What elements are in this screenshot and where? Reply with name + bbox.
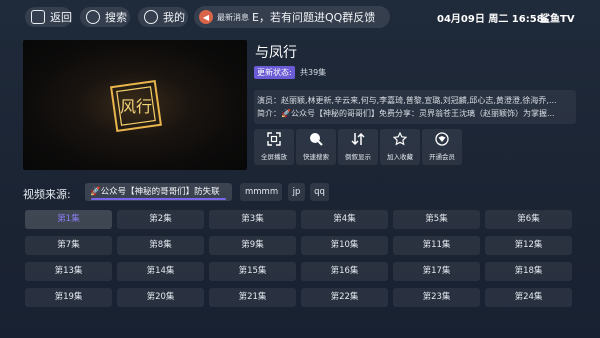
action-label: 快速搜索 <box>303 153 329 161</box>
search-icon <box>310 133 323 146</box>
search-icon <box>86 10 100 24</box>
source-tab-label: mmmm <box>245 187 279 197</box>
episode-button[interactable]: 第22集 <box>301 288 388 307</box>
clock: 04月09日 周二 16:58 <box>437 14 544 25</box>
info-box[interactable]: 演员：赵丽颖,林更新,辛云来,何与,李嘉琦,普黎,宣璐,刘冠麟,邱心志,黄澄澄,… <box>254 90 576 124</box>
source-tab[interactable]: jp <box>288 183 305 201</box>
search-button[interactable]: 搜索 <box>80 7 130 27</box>
vip-icon <box>435 132 449 146</box>
episode-button[interactable]: 第24集 <box>485 288 572 307</box>
back-button[interactable]: 返回 <box>25 7 72 27</box>
poster-logo-text: 风行 <box>120 97 152 116</box>
reverse-order-button[interactable]: 倒叙显示 <box>338 129 378 165</box>
episode-button[interactable]: 第14集 <box>117 262 204 281</box>
episode-button[interactable]: 第11集 <box>393 236 480 255</box>
show-title: 与凤行 <box>255 45 297 61</box>
episode-button[interactable]: 第16集 <box>301 262 388 281</box>
quick-search-button[interactable]: 快速搜索 <box>296 129 336 165</box>
episode-button[interactable]: 第5集 <box>393 210 480 229</box>
source-tab-active[interactable]: 🚀公众号【神秘的哥哥们】防失联 <box>85 183 232 201</box>
source-tab[interactable]: qq <box>310 183 329 201</box>
open-vip-button[interactable]: 开通会员 <box>422 129 462 165</box>
action-label: 全屏播放 <box>261 153 287 161</box>
source-tab-label: 🚀公众号【神秘的哥哥们】防失联 <box>90 187 220 197</box>
action-label: 开通会员 <box>429 153 455 161</box>
intro-line: 简介：🚀公众号【神秘的哥哥们】免费分享：灵界翁苍王沈璃（赵丽颖饰）为掌握... <box>257 109 555 118</box>
back-label: 返回 <box>50 11 72 24</box>
episode-button[interactable]: 第8集 <box>117 236 204 255</box>
show-logo-icon: 风行 <box>110 80 162 132</box>
notice-tag: 最新消息 <box>217 12 249 22</box>
episode-button[interactable]: 第17集 <box>393 262 480 281</box>
mine-label: 我的 <box>163 11 185 24</box>
poster-image: 风行 <box>23 40 247 170</box>
action-label: 倒叙显示 <box>345 153 371 161</box>
search-label: 搜索 <box>105 11 127 24</box>
episode-button[interactable]: 第2集 <box>117 210 204 229</box>
megaphone-icon: ◀ <box>199 10 213 24</box>
episode-button-active[interactable]: 第1集 <box>25 210 112 229</box>
episode-button[interactable]: 第6集 <box>485 210 572 229</box>
source-tab-label: jp <box>292 187 301 197</box>
fullscreen-icon <box>267 132 281 146</box>
brand-name: 鲨鱼TV <box>540 14 575 25</box>
user-icon <box>144 10 158 24</box>
source-tab-label: qq <box>314 187 325 197</box>
add-favorite-button[interactable]: 加入收藏 <box>380 129 420 165</box>
action-label: 加入收藏 <box>387 153 413 161</box>
episode-button[interactable]: 第18集 <box>485 262 572 281</box>
source-label: 视频来源: <box>23 188 71 201</box>
episode-button[interactable]: 第15集 <box>209 262 296 281</box>
source-tab[interactable]: mmmm <box>240 183 282 201</box>
episode-button[interactable]: 第3集 <box>209 210 296 229</box>
episode-button[interactable]: 第13集 <box>25 262 112 281</box>
episode-button[interactable]: 第10集 <box>301 236 388 255</box>
episode-button[interactable]: 第20集 <box>117 288 204 307</box>
episode-button[interactable]: 第21集 <box>209 288 296 307</box>
episode-button[interactable]: 第7集 <box>25 236 112 255</box>
sort-icon <box>351 132 365 146</box>
top-bar: 返回 搜索 我的 ◀ 最新消息 E，若有问题进QQ群反馈 04月09日 周二 1… <box>0 0 600 34</box>
episode-button[interactable]: 第19集 <box>25 288 112 307</box>
active-source-indicator <box>91 198 226 200</box>
episode-button[interactable]: 第23集 <box>393 288 480 307</box>
home-icon <box>31 10 45 24</box>
status-value: 共39集 <box>300 68 327 77</box>
episode-button[interactable]: 第9集 <box>209 236 296 255</box>
cast-line: 演员：赵丽颖,林更新,辛云来,何与,李嘉琦,普黎,宣璐,刘冠麟,邱心志,黄澄澄,… <box>257 96 557 105</box>
star-icon <box>393 132 407 146</box>
fullscreen-play-button[interactable]: 全屏播放 <box>254 129 294 165</box>
episode-button[interactable]: 第4集 <box>301 210 388 229</box>
notice-text: E，若有问题进QQ群反馈 <box>252 11 376 24</box>
notice-bar[interactable]: ◀ 最新消息 E，若有问题进QQ群反馈 <box>194 6 390 28</box>
status-tag: 更新状态: <box>254 66 295 79</box>
episode-button[interactable]: 第12集 <box>485 236 572 255</box>
mine-button[interactable]: 我的 <box>138 7 188 27</box>
